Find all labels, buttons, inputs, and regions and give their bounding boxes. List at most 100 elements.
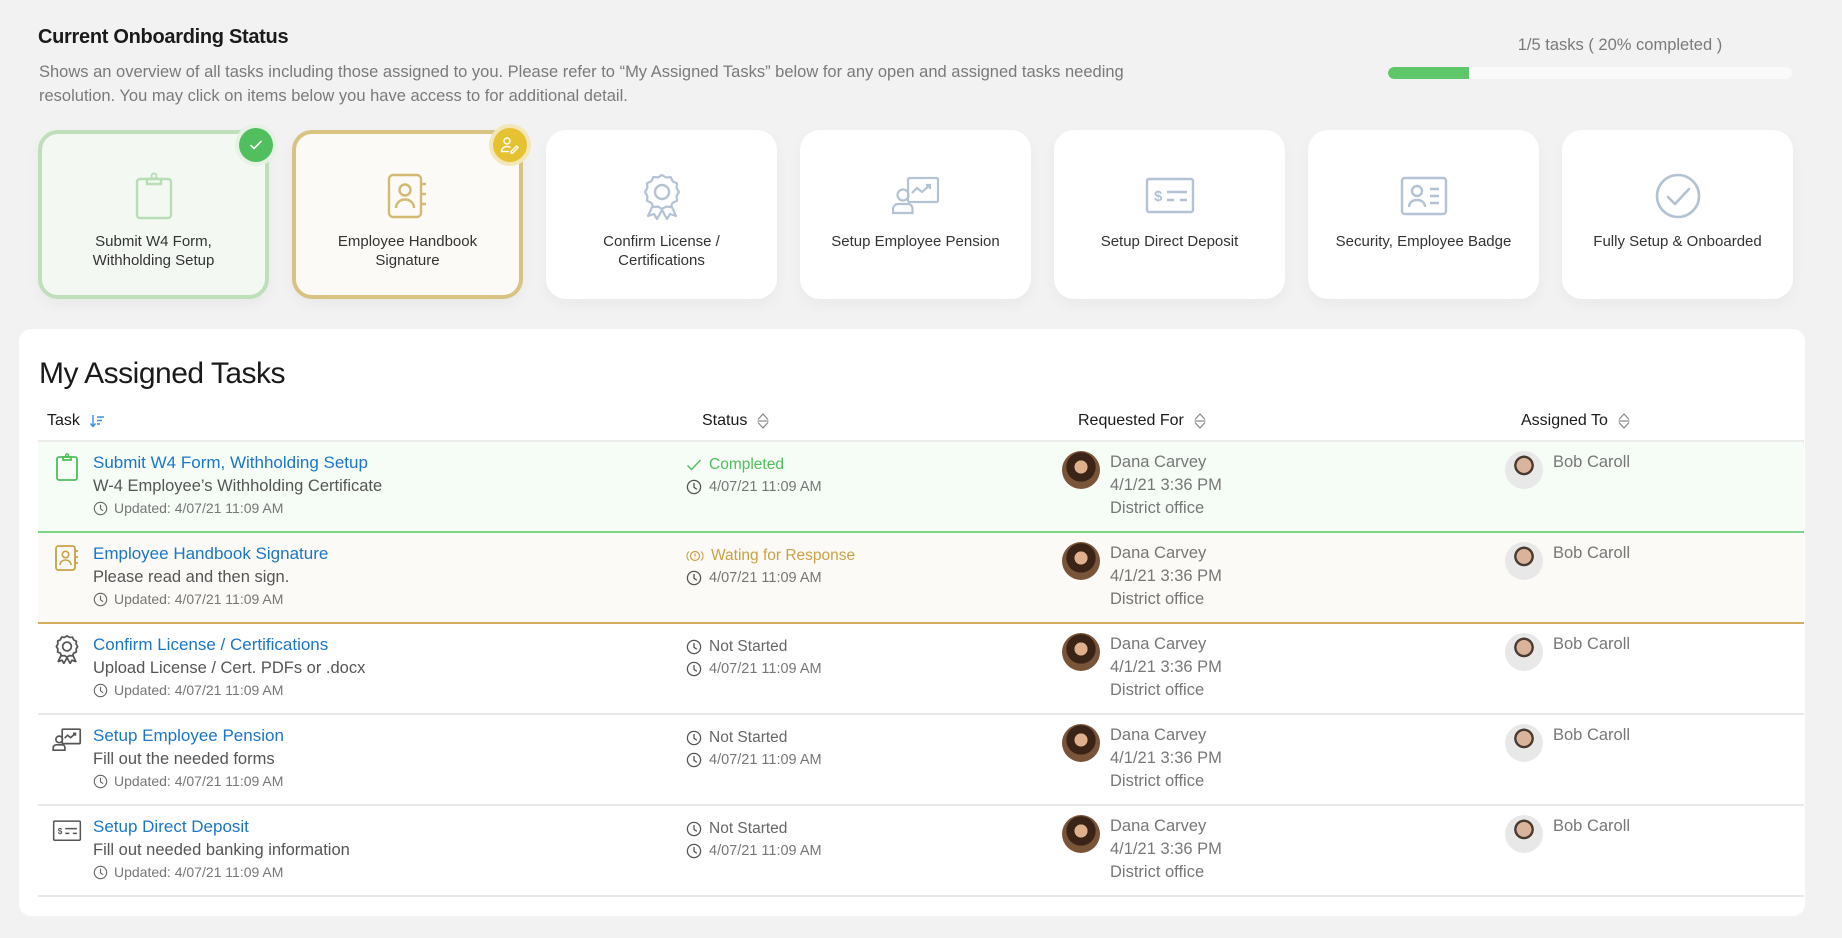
avatar xyxy=(1062,542,1100,580)
task-updated: Updated: 4/07/21 11:09 AM xyxy=(93,498,382,518)
check-icon xyxy=(687,459,702,471)
column-header-task[interactable]: Task xyxy=(47,412,105,430)
task-subtitle: Fill out the needed forms xyxy=(93,750,275,768)
task-subtitle: W-4 Employee’s Withholding Certificate xyxy=(93,477,383,495)
status-badge: Not Started xyxy=(686,818,822,840)
clock-icon xyxy=(686,639,702,655)
status-text: Not Started xyxy=(709,820,788,837)
column-label: Task xyxy=(47,412,80,429)
updated-text: Updated: 4/07/21 11:09 AM xyxy=(114,682,284,698)
sort-desc-icon xyxy=(89,415,104,428)
clock-icon xyxy=(686,570,702,586)
completed-badge xyxy=(239,128,273,162)
status-badge: Not Started xyxy=(686,636,822,658)
avatar xyxy=(1062,451,1100,489)
step-label: Setup Employee Pension xyxy=(831,233,1000,250)
table-header: Task Status Requested For Assigned To xyxy=(38,408,1804,442)
requester-name: Dana Carvey xyxy=(1110,726,1207,744)
assigned-to: Bob Caroll xyxy=(1505,451,1630,489)
assigned-to: Bob Caroll xyxy=(1505,542,1630,580)
assigned-to: Bob Caroll xyxy=(1505,633,1630,671)
avatar xyxy=(1505,815,1543,853)
contact-book-icon xyxy=(55,545,78,571)
requester-location: District office xyxy=(1110,681,1205,699)
status-date-text: 4/07/21 11:09 AM xyxy=(709,843,822,859)
clock-icon xyxy=(93,592,108,606)
step-card-handbook[interactable]: Employee Handbook Signature xyxy=(292,128,527,299)
step-card-fully-onboarded[interactable]: Fully Setup & Onboarded xyxy=(1562,130,1793,299)
clock-icon xyxy=(93,683,108,697)
table-row[interactable]: Confirm License / Certifications Upload … xyxy=(38,624,1804,715)
updated-text: Updated: 4/07/21 11:09 AM xyxy=(114,864,284,880)
task-link[interactable]: Submit W4 Form, Withholding Setup xyxy=(93,452,382,474)
task-link[interactable]: Confirm License / Certifications xyxy=(93,634,365,656)
updated-text: Updated: 4/07/21 11:09 AM xyxy=(114,500,284,516)
step-label: Employee Handbook Signature xyxy=(337,233,478,269)
step-card-w4[interactable]: Submit W4 Form, Withholding Setup xyxy=(38,128,273,299)
column-header-assigned-to[interactable]: Assigned To xyxy=(1521,412,1631,430)
step-card-direct-deposit[interactable]: $ Setup Direct Deposit xyxy=(1054,130,1285,299)
task-updated: Updated: 4/07/21 11:09 AM xyxy=(93,680,365,700)
task-updated: Updated: 4/07/21 11:09 AM xyxy=(93,862,350,882)
table-row[interactable]: Employee Handbook Signature Please read … xyxy=(38,533,1804,624)
status-date-text: 4/07/21 11:09 AM xyxy=(709,570,822,586)
avatar xyxy=(1062,815,1100,853)
check-icon xyxy=(250,140,262,150)
avatar xyxy=(1505,542,1543,580)
task-link[interactable]: Setup Direct Deposit xyxy=(93,816,350,838)
clock-icon xyxy=(93,865,108,879)
updated-text: Updated: 4/07/21 11:09 AM xyxy=(114,773,284,789)
clock-icon xyxy=(686,730,702,746)
task-updated: Updated: 4/07/21 11:09 AM xyxy=(93,771,284,791)
assignee-name: Bob Caroll xyxy=(1553,635,1631,653)
requested-for: Dana Carvey 4/1/21 3:36 PM District offi… xyxy=(1062,451,1222,520)
step-card-security-badge[interactable]: Security, Employee Badge xyxy=(1308,130,1539,299)
updated-text: Updated: 4/07/21 11:09 AM xyxy=(114,591,284,607)
award-ribbon-icon xyxy=(55,635,79,664)
requested-date: 4/1/21 3:36 PM xyxy=(1110,749,1222,767)
column-label: Status xyxy=(702,412,748,429)
assigned-tasks-title: My Assigned Tasks xyxy=(39,357,286,390)
table-row[interactable]: Setup Employee Pension Fill out the need… xyxy=(38,715,1804,806)
onboarding-progress: 1/5 tasks ( 20% completed ) xyxy=(1388,36,1792,79)
requester-name: Dana Carvey xyxy=(1110,635,1207,653)
step-card-pension[interactable]: Setup Employee Pension xyxy=(800,130,1031,299)
step-card-license[interactable]: Confirm License / Certifications xyxy=(546,130,777,299)
task-link[interactable]: Setup Employee Pension xyxy=(93,725,284,747)
status-date-text: 4/07/21 11:09 AM xyxy=(709,479,822,495)
assignee-name: Bob Caroll xyxy=(1553,817,1631,835)
column-label: Assigned To xyxy=(1521,412,1608,429)
id-badge-icon xyxy=(1400,176,1447,216)
clock-icon xyxy=(93,774,108,788)
column-header-requested-for[interactable]: Requested For xyxy=(1078,412,1207,430)
clock-icon xyxy=(686,479,702,495)
requester-name: Dana Carvey xyxy=(1110,453,1207,471)
task-subtitle: Please read and then sign. xyxy=(93,568,290,586)
sort-icon xyxy=(1618,413,1630,429)
check-dollar-icon: $ xyxy=(1145,177,1194,214)
status-date-text: 4/07/21 11:09 AM xyxy=(709,661,822,677)
requester-location: District office xyxy=(1110,772,1205,790)
table-row[interactable]: Submit W4 Form, Withholding Setup W-4 Em… xyxy=(38,442,1804,533)
assignee-name: Bob Caroll xyxy=(1553,544,1631,562)
status-date: 4/07/21 11:09 AM xyxy=(686,749,822,771)
step-label: Security, Employee Badge xyxy=(1335,233,1512,250)
task-link[interactable]: Employee Handbook Signature xyxy=(93,543,328,565)
requested-date: 4/1/21 3:36 PM xyxy=(1110,840,1222,858)
status-date: 4/07/21 11:09 AM xyxy=(686,840,822,862)
presentation-chart-icon xyxy=(52,728,82,752)
onboarding-steps: Submit W4 Form, Withholding Setup Employ… xyxy=(38,128,1793,299)
assignee-name: Bob Caroll xyxy=(1553,726,1631,744)
requester-location: District office xyxy=(1110,590,1205,608)
requested-date: 4/1/21 3:36 PM xyxy=(1110,476,1222,494)
step-label: Confirm License / Certifications xyxy=(603,233,720,269)
table-row[interactable]: $ Setup Direct Deposit Fill out needed b… xyxy=(38,806,1804,897)
status-date-text: 4/07/21 11:09 AM xyxy=(709,752,822,768)
clipboard-icon xyxy=(135,172,172,220)
sort-icon xyxy=(1194,413,1206,429)
status-text: Completed xyxy=(709,456,784,473)
column-header-status[interactable]: Status xyxy=(702,412,770,430)
requested-date: 4/1/21 3:36 PM xyxy=(1110,658,1222,676)
avatar xyxy=(1062,633,1100,671)
status-date: 4/07/21 11:09 AM xyxy=(686,567,855,589)
